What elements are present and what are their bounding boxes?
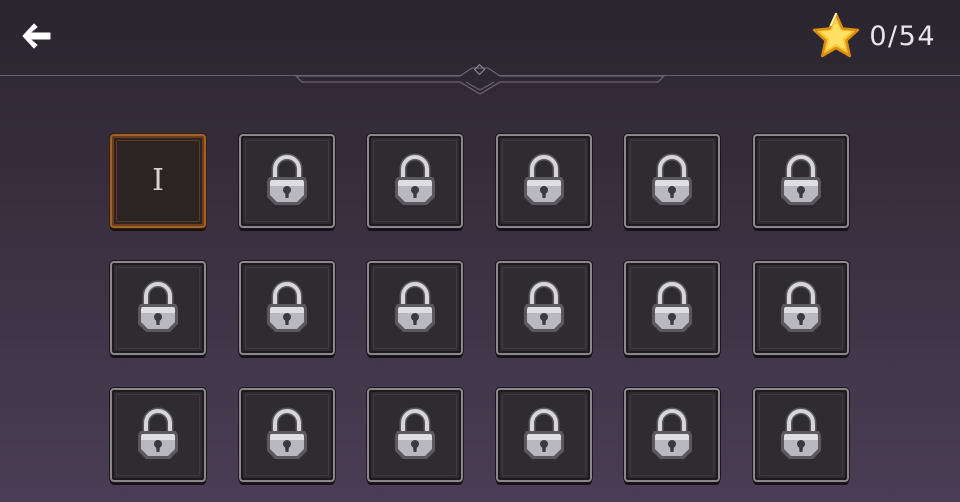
arrow-left-icon xyxy=(22,23,51,49)
padlock-icon xyxy=(652,280,692,332)
divider-ornament xyxy=(294,63,666,95)
level-tile-locked[interactable] xyxy=(238,388,335,482)
level-tile-locked[interactable] xyxy=(110,261,206,355)
level-tile-locked[interactable] xyxy=(238,261,335,355)
padlock-icon xyxy=(395,280,435,332)
star-count-text: 0/54 xyxy=(869,20,936,52)
level-tile-locked[interactable] xyxy=(367,261,463,355)
level-tile-locked[interactable] xyxy=(752,261,849,355)
level-tile-locked[interactable] xyxy=(495,134,592,228)
padlock-icon xyxy=(266,280,307,332)
back-button[interactable] xyxy=(16,16,56,56)
level-number: I xyxy=(152,163,164,198)
level-tile-locked[interactable] xyxy=(624,388,720,482)
level-tile-locked[interactable] xyxy=(238,134,335,228)
level-tile-locked[interactable] xyxy=(752,134,849,228)
padlock-icon xyxy=(266,407,307,459)
level-tile-locked[interactable] xyxy=(624,134,720,228)
padlock-icon xyxy=(780,153,821,205)
level-tile-locked[interactable] xyxy=(110,388,206,482)
padlock-icon xyxy=(652,153,692,205)
padlock-icon xyxy=(138,407,178,459)
padlock-icon xyxy=(523,153,564,205)
level-tile-locked[interactable] xyxy=(752,388,849,482)
level-grid: I xyxy=(110,134,849,482)
padlock-icon xyxy=(523,407,564,459)
padlock-icon xyxy=(395,407,435,459)
padlock-icon xyxy=(523,280,564,332)
padlock-icon xyxy=(138,280,178,332)
level-tile-locked[interactable] xyxy=(495,261,592,355)
padlock-icon xyxy=(652,407,692,459)
padlock-icon xyxy=(395,153,435,205)
padlock-icon xyxy=(780,280,821,332)
level-tile-locked[interactable] xyxy=(495,388,592,482)
padlock-icon xyxy=(780,407,821,459)
star-counter: 0/54 xyxy=(811,10,936,62)
level-tile-locked[interactable] xyxy=(367,134,463,228)
level-tile-locked[interactable] xyxy=(624,261,720,355)
star-icon xyxy=(813,12,860,58)
level-tile[interactable]: I xyxy=(110,134,206,228)
level-tile-locked[interactable] xyxy=(367,388,463,482)
padlock-icon xyxy=(266,153,307,205)
